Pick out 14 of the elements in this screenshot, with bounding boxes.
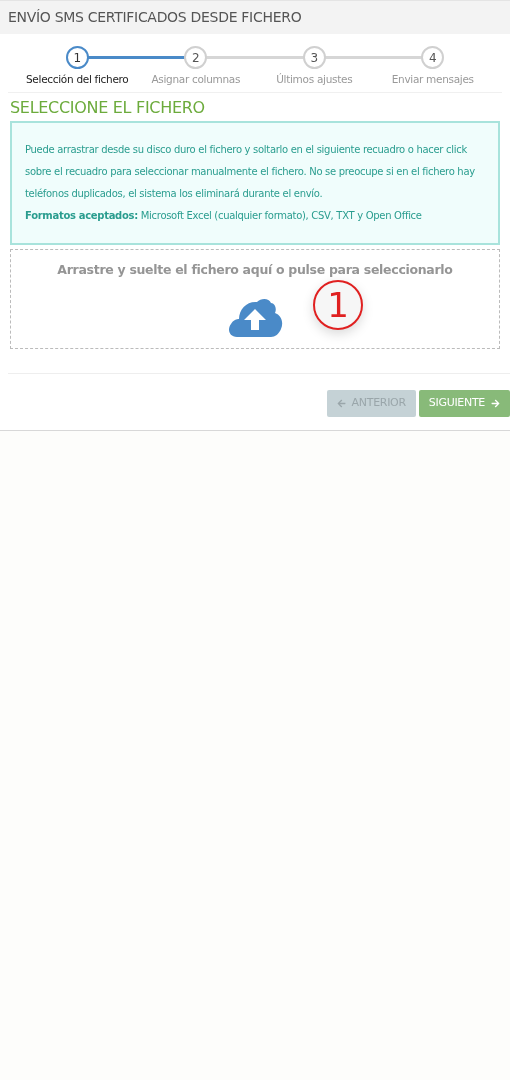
step-marker: 1 (313, 279, 363, 330)
step-label: Últimos ajustes (276, 72, 353, 87)
section-title: SELECCIONE EL FICHERO (10, 98, 206, 117)
cloud-upload-icon (227, 296, 283, 337)
window-title: ENVÍO SMS CERTIFICADOS DESDE FICHERO (8, 8, 302, 27)
step-label: Asignar columnas (151, 72, 241, 87)
info-text: Puede arrastrar desde su disco duro el fichero y soltarlo en el siguiente recuadro o hacer click sobre el recuadro para seleccionar manualmente el fichero. No se preocupe si en el fichero hay teléfonos duplicados, el sistema los eliminará durante el envío. (25, 142, 476, 201)
step-label: Selección del fichero (26, 72, 129, 87)
step-label: Enviar mensajes (391, 72, 474, 87)
dropzone[interactable]: Arrastre y suelte el fichero aquí o pulse para seleccionarlo 1 (10, 248, 500, 349)
dropzone-text: Arrastre y suelte el fichero aquí o pulse para seleccionarlo (57, 260, 453, 279)
arrow-right-icon (491, 398, 500, 408)
arrow-left-icon (336, 398, 346, 408)
formats-text: Formatos aceptados: Microsoft Excel (cualquier formato), CSV, TXT y Open Office (25, 208, 423, 223)
